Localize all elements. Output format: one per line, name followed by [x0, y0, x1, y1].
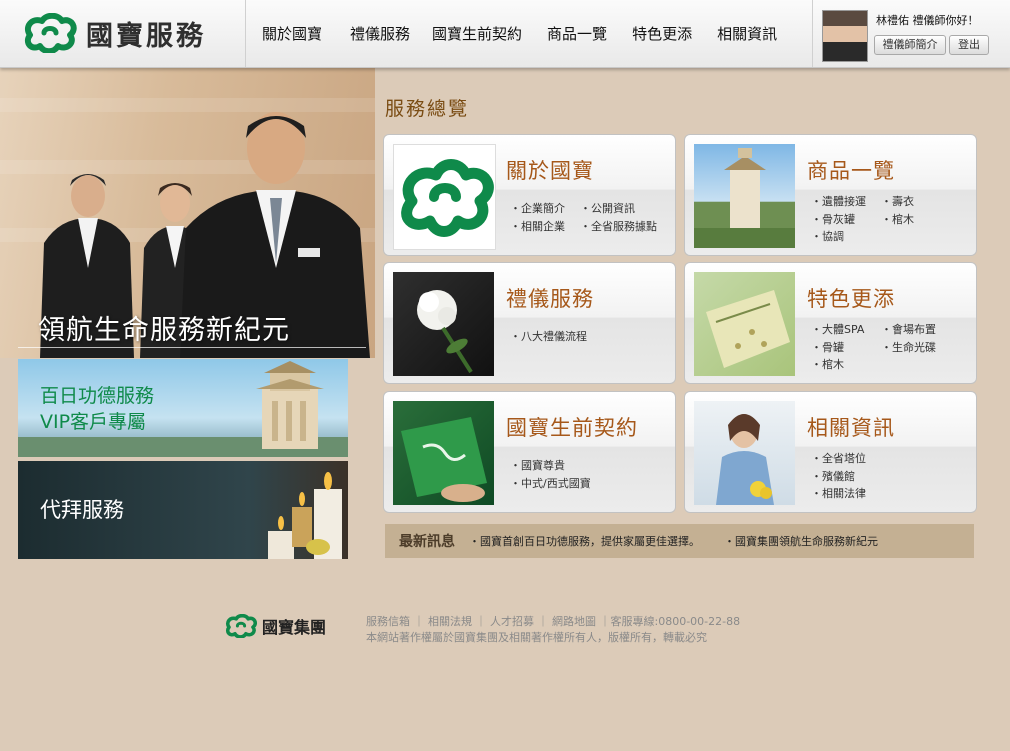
worship-service-banner[interactable]: 代拜服務 — [18, 461, 348, 559]
temple-image — [694, 148, 795, 248]
link-life-disc[interactable]: ・生命光碟 — [881, 339, 936, 355]
nav-ceremony[interactable]: 禮儀服務 — [336, 23, 421, 44]
link-chinese-western[interactable]: ・中式/西式國寶 — [510, 475, 591, 491]
related-info-thumb — [694, 401, 795, 505]
card-title: 商品一覽 — [807, 159, 895, 183]
worship-service-label: 代拜服務 — [40, 498, 124, 522]
header-divider — [245, 0, 246, 67]
footer-cloud-logo-icon — [225, 614, 257, 638]
link-premium[interactable]: ・國寶尊貴 — [510, 457, 565, 473]
card-features[interactable]: 特色更添 ・大體SPA ・會場布置 ・骨罐 ・生命光碟 ・棺木 — [684, 262, 977, 384]
section-title: 服務總覽 — [385, 98, 470, 120]
nav-prearranged-contract[interactable]: 國寶生前契約 — [421, 23, 533, 44]
link-company-intro[interactable]: ・企業簡介 — [510, 200, 565, 216]
footer-link-regulations[interactable]: 相關法規 — [428, 615, 472, 628]
user-panel: 林禮佑 禮儀師你好！ 禮儀師簡介 登出 — [814, 0, 1010, 67]
link-burial-clothes[interactable]: ・壽衣 — [881, 193, 914, 209]
link-urn[interactable]: ・骨灰罐 — [811, 211, 855, 227]
card-related-info[interactable]: 相關資訊 ・全省塔位 ・殯儀館 ・相關法律 — [684, 391, 977, 513]
link-body-spa[interactable]: ・大體SPA — [811, 321, 864, 337]
footer-logo[interactable]: 國寶集團 — [224, 614, 326, 638]
main-nav: 關於國寶 禮儀服務 國寶生前契約 商品一覽 特色更添 相關資訊 — [248, 0, 788, 67]
header-divider — [812, 0, 813, 67]
features-thumb — [694, 272, 795, 376]
card-prearranged-contract[interactable]: 國寶生前契約 ・國寶尊貴 ・中式/西式國寶 — [383, 391, 676, 513]
footer-link-sitemap[interactable]: 網路地圖 — [552, 615, 596, 628]
woman-with-flowers-image — [716, 414, 774, 505]
avatar — [822, 10, 868, 62]
contract-thumb — [393, 401, 494, 505]
brand-cloud-logo-icon — [401, 159, 494, 237]
footer-link-mailbox[interactable]: 服務信箱 — [366, 615, 410, 628]
card-title: 相關資訊 — [807, 416, 895, 440]
nav-features[interactable]: 特色更添 — [618, 23, 703, 44]
nav-about[interactable]: 關於國寶 — [248, 23, 336, 44]
link-venue-setup[interactable]: ・會場布置 — [881, 321, 936, 337]
footer-hotline: 客服專線:0800-00-22-88 — [610, 615, 741, 628]
user-greeting: 林禮佑 禮儀師你好！ — [876, 14, 979, 27]
link-related-companies[interactable]: ・相關企業 — [510, 218, 565, 234]
promo-line-2: VIP客戶專屬 — [40, 411, 147, 433]
card-title: 特色更添 — [807, 287, 895, 311]
link-service-locations[interactable]: ・全省服務據點 — [580, 218, 657, 234]
link-columbarium[interactable]: ・全省塔位 — [811, 450, 866, 466]
news-label: 最新訊息 — [399, 534, 455, 550]
link-bone-jar[interactable]: ・骨罐 — [811, 339, 844, 355]
hundred-day-service-banner[interactable]: 百日功德服務 VIP客戶專屬 — [18, 359, 348, 457]
link-body-transport[interactable]: ・遺體接運 — [811, 193, 866, 209]
link-coffin[interactable]: ・棺木 — [811, 356, 844, 372]
news-item[interactable]: ・國寶集團領航生命服務新紀元 — [724, 533, 878, 549]
news-item[interactable]: ・國寶首創百日功德服務，提供家屬更佳選擇。 — [469, 533, 700, 549]
card-title: 關於國寶 — [506, 159, 594, 183]
flower-image — [417, 290, 473, 374]
link-funeral-home[interactable]: ・殯儀館 — [811, 468, 855, 484]
promo-line-1: 百日功德服務 — [40, 385, 155, 407]
link-public-info[interactable]: ・公開資訊 — [580, 200, 635, 216]
link-coordination[interactable]: ・協調 — [811, 228, 844, 244]
footer-logo-text: 國寶集團 — [262, 618, 327, 637]
card-ceremony[interactable]: 禮儀服務 ・八大禮儀流程 — [383, 262, 676, 384]
hero-caption: 領航生命服務新紀元 — [38, 315, 290, 346]
products-thumb — [694, 144, 795, 248]
brand-cloud-logo-icon — [24, 13, 77, 53]
link-coffin[interactable]: ・棺木 — [881, 211, 914, 227]
footer-links: 服務信箱 ｜ 相關法規 ｜ 人才招募 ｜ 網路地圖 ｜客服專線:0800-00-… — [366, 615, 741, 628]
site-logo[interactable]: 國寶服務 — [22, 12, 242, 54]
gift-box-image — [706, 290, 790, 368]
link-eight-rites[interactable]: ・八大禮儀流程 — [510, 328, 587, 344]
card-title: 禮儀服務 — [506, 287, 594, 311]
card-about[interactable]: 關於國寶 ・企業簡介 ・公開資訊 ・相關企業 ・全省服務據點 — [383, 134, 676, 256]
footer-link-careers[interactable]: 人才招募 — [490, 615, 534, 628]
ceremony-thumb — [393, 272, 494, 376]
hero-banner: 領航生命服務新紀元 — [0, 68, 375, 358]
brand-logo-thumb — [393, 144, 496, 250]
card-products[interactable]: 商品一覽 ・遺體接運 ・壽衣 ・骨灰罐 ・棺木 ・協調 — [684, 134, 977, 256]
nav-products[interactable]: 商品一覽 — [533, 23, 618, 44]
logo-text: 國寶服務 — [86, 20, 206, 52]
nav-related-info[interactable]: 相關資訊 — [703, 23, 788, 44]
logout-button[interactable]: 登出 — [949, 35, 989, 55]
link-laws[interactable]: ・相關法律 — [811, 485, 866, 501]
hero-divider — [18, 347, 366, 348]
footer-copyright: 本網站著作權屬於國寶集團及相關著作權所有人，版權所有，轉載必究 — [366, 631, 707, 644]
site-header: 國寶服務 關於國寶 禮儀服務 國寶生前契約 商品一覽 特色更添 相關資訊 林禮佑… — [0, 0, 1010, 68]
news-bar: 最新訊息 ・國寶首創百日功德服務，提供家屬更佳選擇。 ・國寶集團領航生命服務新紀… — [385, 524, 974, 558]
contract-card-image — [401, 417, 487, 502]
profile-button[interactable]: 禮儀師簡介 — [874, 35, 946, 55]
card-title: 國寶生前契約 — [506, 416, 638, 440]
